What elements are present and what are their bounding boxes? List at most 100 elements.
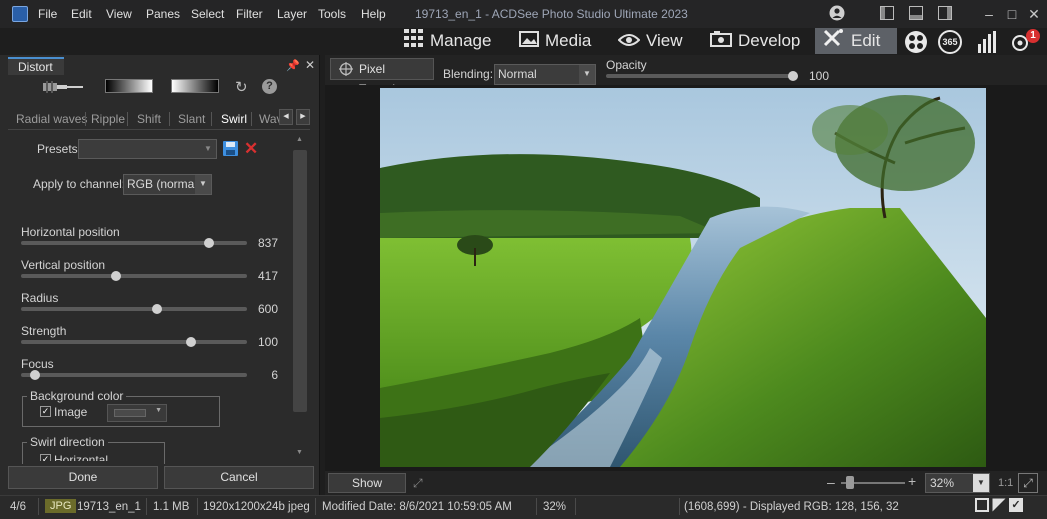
distort-tab[interactable]: Distort	[8, 57, 64, 75]
tab-ripple[interactable]: Ripple	[91, 112, 125, 126]
media-icon	[519, 29, 539, 55]
menu-file[interactable]: File	[38, 7, 57, 21]
tab-waves[interactable]: Wav	[259, 112, 279, 126]
menu-view[interactable]: View	[106, 7, 132, 21]
slider-knob[interactable]	[203, 238, 214, 248]
view-mode-button[interactable]: View	[617, 28, 683, 54]
slider-track[interactable]	[21, 373, 247, 377]
delete-preset-icon[interactable]: ✕	[244, 139, 258, 159]
tab-swirl[interactable]: Swirl	[221, 112, 247, 126]
cancel-button[interactable]: Cancel	[164, 466, 314, 489]
app-window: File Edit View Panes Select Filter Layer…	[0, 0, 1047, 519]
presets-dropdown[interactable]: ▼	[78, 139, 217, 159]
edit-mode-button[interactable]: Edit	[815, 28, 897, 54]
edited-photo[interactable]	[380, 88, 986, 467]
panel-left-icon[interactable]	[878, 5, 896, 23]
menu-tools[interactable]: Tools	[318, 7, 346, 21]
mask-check-icon[interactable]: ✓	[1009, 498, 1023, 512]
gradient-light-dark-icon[interactable]	[171, 79, 219, 93]
slider-knob[interactable]	[29, 370, 40, 380]
tab-radial-waves[interactable]: Radial waves	[16, 112, 87, 126]
mask-none-icon[interactable]	[975, 498, 989, 512]
pixel-targeting-button[interactable]: Pixel Targeting	[330, 58, 434, 96]
scroll-down-icon[interactable]: ▼	[296, 449, 303, 456]
tab-scroll-right-icon[interactable]: ▶	[296, 109, 310, 125]
menu-select[interactable]: Select	[191, 7, 224, 21]
actual-size-button[interactable]: 1:1	[998, 477, 1013, 489]
brush-icon[interactable]	[43, 79, 83, 98]
manage-mode-button[interactable]: Manage	[404, 28, 491, 54]
blending-value: Normal	[498, 67, 537, 81]
horizontal-checkbox[interactable]: ✓	[40, 454, 51, 461]
grid-icon	[404, 28, 424, 55]
slider-track[interactable]	[21, 340, 247, 344]
slider-track[interactable]	[21, 274, 247, 278]
title-bar: File Edit View Panes Select Filter Layer…	[0, 0, 1047, 28]
format-badge: JPG	[45, 499, 77, 513]
done-button[interactable]: Done	[8, 466, 158, 489]
dashboard-icon[interactable]	[976, 30, 1000, 57]
opacity-slider-track[interactable]	[606, 74, 798, 78]
presets-label: Presets	[37, 142, 78, 156]
tab-slant[interactable]: Slant	[178, 112, 205, 126]
panel-scrollbar[interactable]: ▲ ▼	[292, 133, 308, 463]
close-icon[interactable]: ✕	[1025, 5, 1043, 23]
pin-icon[interactable]: 📌	[286, 59, 300, 72]
zoom-out-icon[interactable]: –	[827, 474, 835, 490]
media-label: Media	[545, 31, 592, 50]
acdsee-365-icon[interactable]: 365	[938, 30, 962, 54]
slider-track[interactable]	[21, 307, 247, 311]
zoom-in-icon[interactable]: +	[908, 473, 916, 489]
panel-bottom-icon[interactable]	[907, 5, 925, 23]
maximize-icon[interactable]: □	[1003, 5, 1021, 23]
menu-help[interactable]: Help	[361, 7, 386, 21]
gradient-dark-light-icon[interactable]	[105, 79, 153, 93]
slider-knob[interactable]	[185, 337, 196, 347]
save-preset-icon[interactable]	[222, 140, 239, 160]
status-divider	[679, 498, 680, 515]
show-previous-button[interactable]: Show Previous	[328, 473, 406, 508]
fullscreen-icon[interactable]: ⤢	[413, 476, 423, 491]
slider-label: Horizontal position	[21, 225, 120, 239]
zoom-dropdown[interactable]: 32% ▼	[925, 473, 990, 493]
fit-to-window-icon[interactable]: ⤢	[1018, 473, 1038, 493]
slider-value: 100	[257, 335, 278, 349]
menu-layer[interactable]: Layer	[277, 7, 307, 21]
panel-right-icon[interactable]	[936, 5, 954, 23]
status-divider	[146, 498, 147, 515]
opacity-value: 100	[809, 69, 830, 83]
view-label: View	[646, 31, 683, 50]
image-position: 4/6	[10, 501, 26, 513]
status-divider	[575, 498, 576, 515]
slider-knob[interactable]	[110, 271, 121, 281]
media-mode-button[interactable]: Media	[519, 28, 591, 54]
channel-dropdown[interactable]: RGB (normal) ▼	[123, 174, 212, 195]
opacity-slider-knob[interactable]	[788, 71, 798, 81]
menu-filter[interactable]: Filter	[236, 7, 263, 21]
scrollbar-thumb[interactable]	[293, 150, 307, 412]
app-logo-icon[interactable]	[12, 6, 28, 22]
background-color-picker[interactable]: ▼	[107, 404, 167, 422]
mask-half-icon[interactable]	[992, 498, 1006, 515]
minimize-icon[interactable]: –	[980, 5, 998, 23]
blending-dropdown[interactable]: Normal ▼	[494, 64, 596, 85]
develop-mode-button[interactable]: Develop	[710, 28, 800, 54]
develop-label: Develop	[738, 31, 801, 50]
account-icon[interactable]	[828, 5, 846, 23]
tab-scroll-left-icon[interactable]: ◀	[279, 109, 293, 125]
zoom-slider-knob[interactable]	[846, 476, 854, 489]
slider-label: Strength	[21, 324, 67, 338]
tab-shift[interactable]: Shift	[137, 112, 161, 126]
edit-tools-icon	[823, 28, 845, 55]
slider-knob[interactable]	[151, 304, 162, 314]
menu-panes[interactable]: Panes	[146, 7, 180, 21]
help-icon[interactable]: ?	[262, 79, 277, 94]
chevron-down-icon: ▼	[973, 474, 989, 492]
menu-edit[interactable]: Edit	[71, 7, 92, 21]
reset-icon[interactable]: ↻	[235, 78, 248, 96]
reels-icon[interactable]	[904, 30, 928, 57]
scroll-up-icon[interactable]: ▲	[296, 136, 303, 143]
image-checkbox[interactable]: ✓	[40, 406, 51, 417]
window-title: 19713_en_1 - ACDSee Photo Studio Ultimat…	[415, 7, 688, 21]
panel-close-icon[interactable]: ✕	[305, 58, 315, 72]
